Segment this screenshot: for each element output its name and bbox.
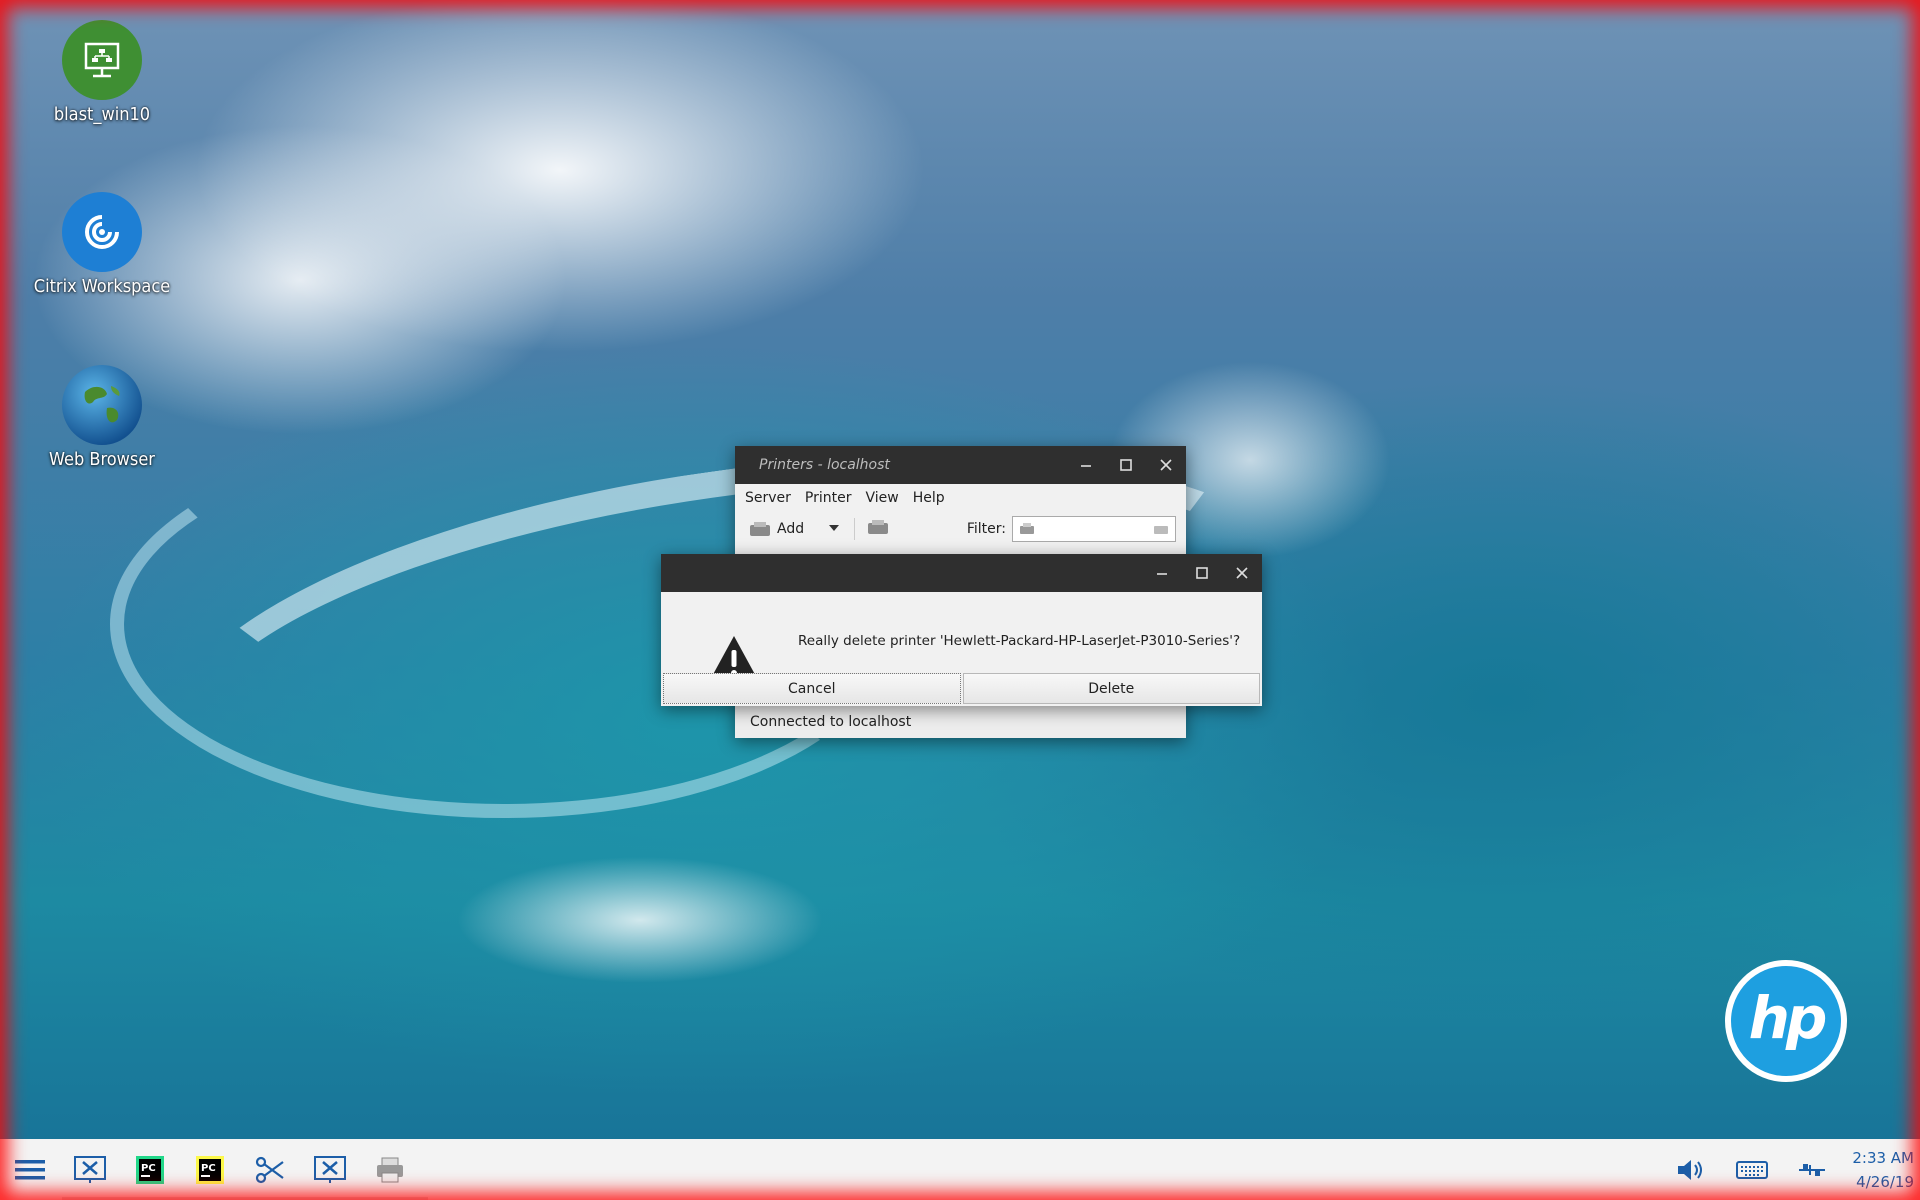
menu-help[interactable]: Help — [906, 484, 952, 512]
printer-icon — [377, 1157, 403, 1182]
filter-label: Filter: — [966, 521, 1006, 537]
maximize-icon — [1120, 459, 1132, 471]
menu-server[interactable]: Server — [738, 484, 798, 512]
printer-icon — [868, 520, 889, 534]
pycharm-icon: PC — [136, 1155, 164, 1184]
printer-icon — [1020, 523, 1034, 534]
chevron-down-icon — [829, 525, 840, 531]
minimize-button[interactable] — [1066, 446, 1106, 484]
maximize-icon — [1196, 567, 1208, 579]
minimize-icon — [1157, 573, 1167, 575]
hp-logo-text: hp — [1748, 984, 1828, 1052]
add-button[interactable]: Add — [749, 520, 804, 538]
dialog-buttons: Cancel Delete — [663, 673, 1260, 704]
dialog-titlebar[interactable] — [661, 554, 1262, 592]
printer-properties-button[interactable] — [867, 518, 889, 540]
taskbar-item-citrix-session-2[interactable] — [300, 1142, 360, 1198]
monitor-network-icon — [62, 20, 142, 100]
desktop-icon-label: blast_win10 — [53, 104, 151, 125]
pycharm-icon: PC — [196, 1155, 224, 1184]
toolbar-separator — [854, 518, 856, 540]
clock-date: 4/26/19 — [1856, 1172, 1914, 1191]
svg-text:PC: PC — [141, 1163, 156, 1174]
taskbar-item-citrix-session-1[interactable] — [60, 1142, 120, 1198]
volume-icon — [1678, 1159, 1702, 1180]
printers-titlebar[interactable]: Printers - localhost — [735, 446, 1186, 484]
citrix-session-icon — [314, 1155, 346, 1183]
svg-text:PC: PC — [201, 1163, 216, 1174]
minimize-button[interactable] — [1142, 554, 1182, 592]
taskbar-item-snipping-tool[interactable] — [240, 1142, 300, 1198]
window-title: Printers - localhost — [759, 457, 890, 473]
keyboard-button[interactable] — [1722, 1142, 1782, 1198]
clock[interactable]: 2:33 AM 4/26/19 — [1842, 1146, 1920, 1194]
globe-icon — [62, 365, 142, 445]
taskbar-item-pycharm-2[interactable]: PC — [180, 1142, 240, 1198]
delete-button[interactable]: Delete — [962, 673, 1260, 704]
status-text: Connected to localhost — [750, 714, 912, 730]
close-button[interactable] — [1222, 554, 1262, 592]
clear-icon[interactable] — [1153, 522, 1169, 536]
network-button[interactable] — [1782, 1142, 1842, 1198]
snipping-tool-icon — [255, 1156, 284, 1183]
minimize-icon — [1081, 465, 1091, 467]
taskbar: PC PC 2:33 AM 4/26/19 — [0, 1139, 1920, 1200]
volume-button[interactable] — [1662, 1142, 1722, 1198]
dialog-message: Really delete printer 'Hewlett-Packard-H… — [798, 633, 1241, 649]
close-icon — [1160, 459, 1172, 471]
add-dropdown-button[interactable] — [828, 521, 840, 537]
cancel-button[interactable]: Cancel — [663, 673, 961, 704]
desktop-icon-web-browser[interactable]: Web Browser — [27, 365, 177, 470]
toolbar: Add Filter: — [735, 512, 1186, 546]
dialog-body: Really delete printer 'Hewlett-Packard-H… — [661, 592, 1262, 680]
menu-bar: Server Printer View Help — [735, 484, 1186, 512]
citrix-icon — [62, 192, 142, 272]
filter-input[interactable] — [1012, 516, 1176, 542]
maximize-button[interactable] — [1182, 554, 1222, 592]
taskbar-item-pycharm-1[interactable]: PC — [120, 1142, 180, 1198]
menu-view[interactable]: View — [859, 484, 906, 512]
desktop-icon-label: Citrix Workspace — [33, 276, 171, 297]
maximize-button[interactable] — [1106, 446, 1146, 484]
desktop-icon-blast-win10[interactable]: blast_win10 — [27, 20, 177, 125]
menu-icon — [15, 1159, 45, 1179]
desktop-icon-label: Web Browser — [49, 449, 155, 470]
close-icon — [1236, 567, 1248, 579]
hp-logo: hp — [1725, 960, 1847, 1082]
keyboard-icon — [1736, 1160, 1768, 1179]
taskbar-item-printers[interactable] — [360, 1142, 420, 1198]
status-bar: Connected to localhost — [735, 706, 1186, 738]
delete-confirm-dialog: Really delete printer 'Hewlett-Packard-H… — [661, 554, 1262, 706]
menu-printer[interactable]: Printer — [798, 484, 859, 512]
network-icon — [1799, 1163, 1825, 1176]
close-button[interactable] — [1146, 446, 1186, 484]
citrix-session-icon — [74, 1155, 106, 1183]
start-menu-button[interactable] — [0, 1142, 60, 1198]
printer-add-icon — [750, 522, 770, 536]
add-button-label: Add — [777, 521, 805, 537]
clock-time: 2:33 AM — [1852, 1148, 1914, 1167]
desktop-icon-citrix-workspace[interactable]: Citrix Workspace — [27, 192, 177, 297]
